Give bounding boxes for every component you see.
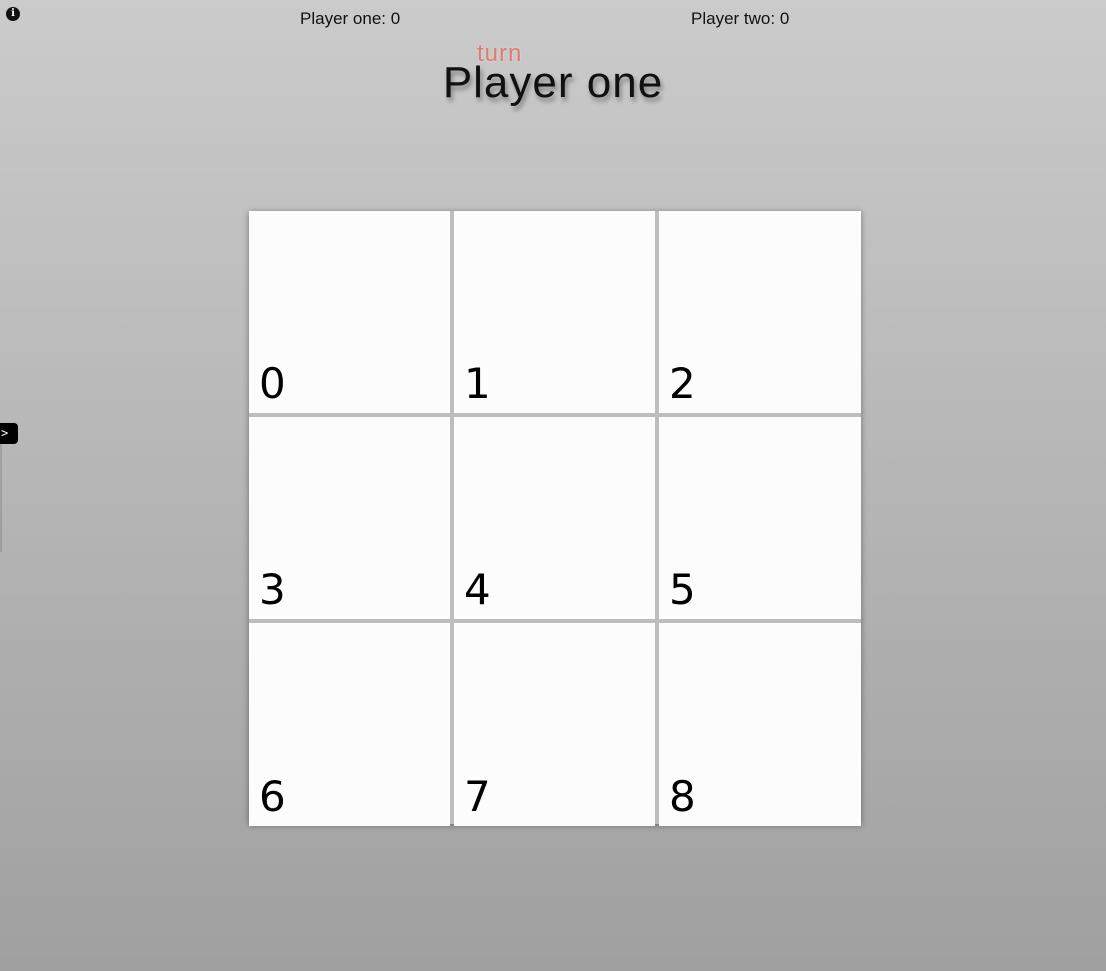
board-cell-3[interactable]: 3 <box>249 417 450 619</box>
game-board: 0 1 2 3 4 5 6 7 8 <box>249 211 861 826</box>
side-panel-toggle-button[interactable]: > <box>0 423 18 444</box>
cell-number: 3 <box>259 565 286 614</box>
board-cell-2[interactable]: 2 <box>659 211 861 413</box>
player-one-score: Player one: 0 <box>300 9 400 29</box>
board-cell-4[interactable]: 4 <box>454 417 655 619</box>
cell-number: 6 <box>259 772 286 821</box>
side-panel-edge <box>0 444 2 552</box>
player-two-score: Player two: 0 <box>691 9 789 29</box>
board-cell-7[interactable]: 7 <box>454 623 655 826</box>
cell-number: 1 <box>464 359 491 408</box>
current-player-title: Player one <box>442 58 664 107</box>
cell-number: 7 <box>464 772 491 821</box>
info-icon[interactable]: i <box>6 7 20 21</box>
player-two-score-value: 0 <box>779 9 790 28</box>
player-one-score-value: 0 <box>390 9 401 28</box>
board-cell-8[interactable]: 8 <box>659 623 861 826</box>
cell-number: 4 <box>464 565 491 614</box>
cell-number: 5 <box>669 565 696 614</box>
board-cell-0[interactable]: 0 <box>249 211 450 413</box>
cell-number: 8 <box>669 772 696 821</box>
board-cell-1[interactable]: 1 <box>454 211 655 413</box>
board-cell-5[interactable]: 5 <box>659 417 861 619</box>
board-cell-6[interactable]: 6 <box>249 623 450 826</box>
cell-number: 0 <box>259 359 286 408</box>
player-two-score-label: Player two: <box>691 9 776 28</box>
player-one-score-label: Player one: <box>300 9 386 28</box>
cell-number: 2 <box>669 359 696 408</box>
